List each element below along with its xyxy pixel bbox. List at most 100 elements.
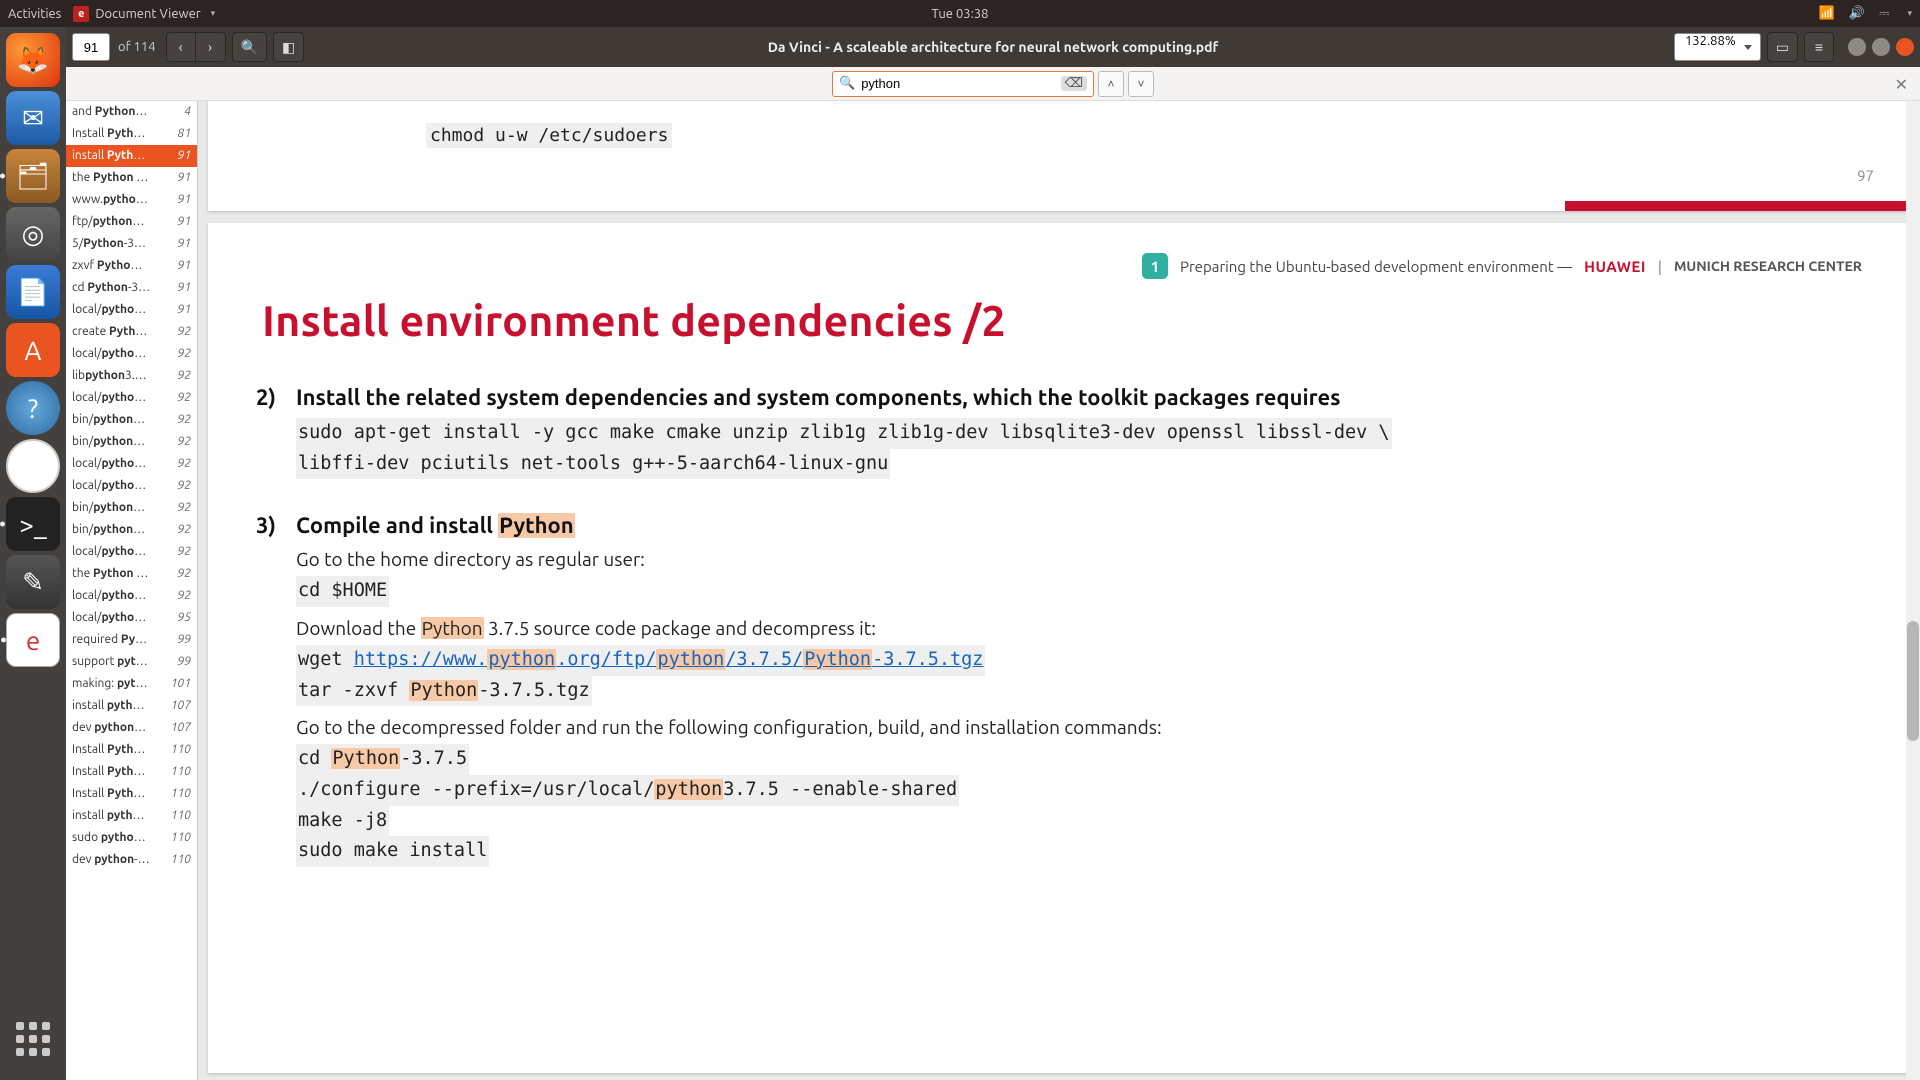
find-prev-button[interactable]: ˄	[1098, 71, 1124, 97]
search-result-row[interactable]: bin/python…92	[66, 497, 197, 519]
search-result-row[interactable]: Install Pyth…110	[66, 739, 197, 761]
search-result-row[interactable]: local/pytho…92	[66, 475, 197, 497]
search-result-row[interactable]: install Pyth…91	[66, 145, 197, 167]
zoom-selector[interactable]: 132.88%	[1674, 33, 1761, 61]
scrollbar-thumb[interactable]	[1907, 621, 1919, 741]
search-result-row[interactable]: local/pytho…92	[66, 343, 197, 365]
search-toggle-button[interactable]: 🔍	[232, 32, 267, 62]
search-result-row[interactable]: cd Python-3…91	[66, 277, 197, 299]
chevron-down-icon: ▾	[1907, 8, 1912, 19]
search-icon: 🔍	[839, 76, 855, 91]
search-result-row[interactable]: and Python…4	[66, 101, 197, 123]
clock[interactable]: Tue 03:38	[932, 7, 989, 21]
search-result-row[interactable]: the Python …92	[66, 563, 197, 585]
scrollbar-track[interactable]	[1906, 101, 1920, 1080]
pdf-page-previous: chmod u-w /etc/sudoers 97	[208, 101, 1910, 211]
page-number-input[interactable]	[72, 33, 110, 61]
activities-button[interactable]: Activities	[8, 7, 61, 21]
app-menu[interactable]: e Document Viewer ▾	[73, 6, 215, 22]
app-menu-label: Document Viewer	[95, 7, 200, 21]
search-result-row[interactable]: libpython3.…92	[66, 365, 197, 387]
search-result-row[interactable]: zxvf Pytho…91	[66, 255, 197, 277]
text: Compile and install	[296, 513, 498, 538]
window-close-button[interactable]	[1896, 38, 1914, 56]
find-bar: 🔍 ⌫ ˄ ˅ ✕	[66, 67, 1920, 101]
search-result-row[interactable]: required Py…99	[66, 629, 197, 651]
page-total-label: of 114	[118, 40, 156, 54]
search-result-row[interactable]: Install Pyth…110	[66, 761, 197, 783]
search-result-row[interactable]: local/pytho…91	[66, 299, 197, 321]
search-result-row[interactable]: the Python …91	[66, 167, 197, 189]
show-applications[interactable]	[6, 1012, 60, 1066]
search-result-row[interactable]: sudo pytho…110	[66, 827, 197, 849]
next-page-button[interactable]: ›	[196, 32, 226, 62]
dock-firefox[interactable]: 🦊	[6, 33, 60, 87]
slide-header: 1 Preparing the Ubuntu-based development…	[256, 253, 1862, 279]
search-result-row[interactable]: bin/python…92	[66, 519, 197, 541]
search-result-row[interactable]: local/pytho…92	[66, 387, 197, 409]
footer-accent	[1565, 201, 1910, 211]
clear-search-icon[interactable]: ⌫	[1061, 76, 1087, 91]
sidebar-toggle-button[interactable]: ◧	[273, 32, 304, 62]
dock-libreoffice-writer[interactable]: 📄	[6, 265, 60, 319]
page-number-label: 97	[1857, 167, 1874, 184]
window-minimize-button[interactable]	[1848, 38, 1866, 56]
center-label: MUNICH RESEARCH CENTER	[1674, 258, 1862, 274]
dock-chrome[interactable]: ◉	[6, 439, 60, 493]
find-input[interactable]	[861, 76, 1054, 91]
search-result-row[interactable]: support pyt…99	[66, 651, 197, 673]
hamburger-menu-button[interactable]: ≡	[1804, 32, 1834, 62]
dock-files[interactable]: 🗂	[6, 149, 60, 203]
code-snippet: chmod u-w /etc/sudoers	[426, 123, 672, 148]
search-result-row[interactable]: local/pytho…92	[66, 453, 197, 475]
document-view[interactable]: chmod u-w /etc/sudoers 97 1 Preparing th…	[198, 101, 1920, 1080]
highlight: Python	[421, 617, 484, 639]
document-viewer-toolbar: of 114 ‹ › 🔍 ◧ Da Vinci - A scaleable ar…	[66, 27, 1920, 67]
prev-page-button[interactable]: ‹	[166, 32, 196, 62]
dock-document-viewer[interactable]: e	[6, 613, 60, 667]
search-result-row[interactable]: local/pytho…92	[66, 541, 197, 563]
search-results-panel: and Python…4Install Pyth…81install Pyth……	[66, 101, 198, 1080]
view-options-button[interactable]: ▭	[1767, 32, 1798, 62]
ubuntu-dock: 🦊 ✉ 🗂 ◎ 📄 A ? ◉ >_ ✎ e	[0, 27, 66, 1080]
search-result-row[interactable]: dev python-…110	[66, 849, 197, 871]
dock-tool[interactable]: ✎	[6, 555, 60, 609]
url-link: https://www.python.org/ftp/python/3.7.5/…	[354, 649, 984, 670]
search-result-row[interactable]: install pyth…110	[66, 805, 197, 827]
search-result-row[interactable]: bin/python…92	[66, 431, 197, 453]
window-maximize-button[interactable]	[1872, 38, 1890, 56]
search-result-row[interactable]: dev python…107	[66, 717, 197, 739]
search-result-row[interactable]: Install Pyth…81	[66, 123, 197, 145]
dock-ubuntu-software[interactable]: A	[6, 323, 60, 377]
search-result-row[interactable]: local/pytho…95	[66, 607, 197, 629]
dock-terminal[interactable]: >_	[6, 497, 60, 551]
brand-label: HUAWEI	[1584, 258, 1646, 275]
volume-icon[interactable]: 🔊	[1849, 6, 1865, 21]
code-line: make -j8	[296, 806, 389, 837]
search-result-row[interactable]: 5/Python-3…91	[66, 233, 197, 255]
search-result-row[interactable]: install pyth…107	[66, 695, 197, 717]
search-result-row[interactable]: Install Pyth…110	[66, 783, 197, 805]
list-item-3: 3) Compile and install Python Go to the …	[256, 513, 1862, 867]
search-result-row[interactable]: ftp/python…91	[66, 211, 197, 233]
search-result-row[interactable]: bin/python…92	[66, 409, 197, 431]
item-number: 3)	[256, 513, 296, 867]
search-result-row[interactable]: www.pytho…91	[66, 189, 197, 211]
close-find-button[interactable]: ✕	[1895, 75, 1908, 94]
dock-help[interactable]: ?	[6, 381, 60, 435]
find-input-wrapper: 🔍 ⌫	[832, 71, 1094, 97]
code-line: wget https://www.python.org/ftp/python/3…	[296, 645, 985, 676]
dock-thunderbird[interactable]: ✉	[6, 91, 60, 145]
item-subtext: Download the Python 3.7.5 source code pa…	[296, 617, 1862, 639]
find-next-button[interactable]: ˅	[1128, 71, 1154, 97]
search-result-row[interactable]: making: pyt…101	[66, 673, 197, 695]
code-line: cd $HOME	[296, 576, 389, 607]
battery-icon[interactable]: ⎓	[1879, 6, 1889, 21]
text: 3.7.5 source code package and decompress…	[484, 617, 876, 639]
search-result-row[interactable]: create Pyth…92	[66, 321, 197, 343]
search-result-row[interactable]: local/pytho…92	[66, 585, 197, 607]
step-badge: 1	[1142, 253, 1168, 279]
network-icon[interactable]: 📶	[1819, 6, 1835, 21]
text: Download the	[296, 617, 421, 639]
dock-rhythmbox[interactable]: ◎	[6, 207, 60, 261]
